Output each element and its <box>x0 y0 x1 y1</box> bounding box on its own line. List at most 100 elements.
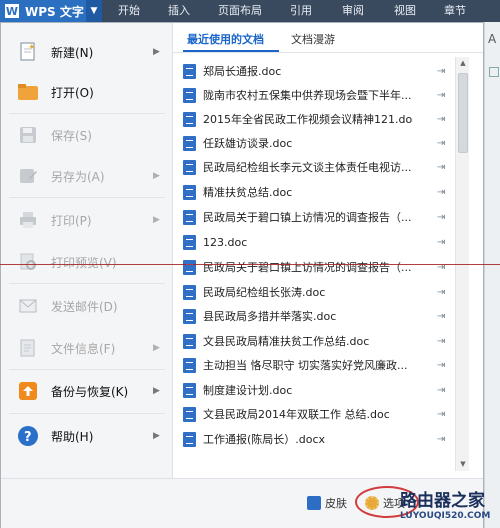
pin-icon[interactable]: ⇥ <box>437 385 445 396</box>
chevron-right-icon: ▶ <box>153 171 160 181</box>
svg-text:?: ? <box>24 430 32 445</box>
word-doc-icon <box>183 87 196 103</box>
pin-icon[interactable]: ⇥ <box>437 212 445 223</box>
site-watermark: 路由器之家 LUYOUQI520.COM <box>396 486 500 528</box>
menu-item-send-mail[interactable]: 发送邮件(D) <box>1 287 173 325</box>
file-name: 任跃雄访谈录.doc <box>203 137 293 150</box>
print-icon <box>17 209 39 231</box>
pin-icon[interactable]: ⇥ <box>437 311 445 322</box>
scroll-down-arrow-icon[interactable]: ▼ <box>456 458 470 471</box>
file-name: 民政局纪检组长张涛.doc <box>203 286 326 299</box>
recent-file-item[interactable]: 郑局长通报.doc ⇥ <box>173 59 455 83</box>
pin-icon[interactable]: ⇥ <box>437 66 445 77</box>
pin-icon[interactable]: ⇥ <box>437 138 445 149</box>
save-icon <box>17 124 39 146</box>
chevron-right-icon: ▶ <box>153 215 160 225</box>
menu-item-open[interactable]: 打开(O) <box>1 73 173 111</box>
scroll-up-arrow-icon[interactable]: ▲ <box>456 57 470 70</box>
word-doc-icon <box>183 259 196 275</box>
menu-item-backup-restore[interactable]: 备份与恢复(K) ▶ <box>1 372 173 410</box>
recent-file-item[interactable]: 文县民政局精准扶贫工作总结.doc ⇥ <box>173 329 455 353</box>
mail-icon <box>17 295 39 317</box>
file-name: 陇南市农村五保集中供养现场会暨下半年... <box>203 89 412 102</box>
menu-item-label: 打印预览(V) <box>51 255 117 270</box>
recent-file-item[interactable]: 精准扶贫总结.doc ⇥ <box>173 180 455 204</box>
tab-references[interactable]: 引用 <box>290 0 312 22</box>
menu-item-new[interactable]: ✦ 新建(N) ▶ <box>1 33 173 71</box>
menu-item-save[interactable]: 保存(S) <box>1 116 173 154</box>
word-doc-icon <box>183 209 196 225</box>
save-as-icon <box>17 165 39 187</box>
wps-menu-button[interactable]: W WPS 文字 ▼ <box>0 0 102 22</box>
tab-document-roaming[interactable]: 文档漫游 <box>291 31 335 53</box>
recent-file-item[interactable]: 民政局关于碧口镇上访情况的调查报告（... ⇥ <box>173 255 455 279</box>
file-name: 民政局纪检组长李元文谈主体责任电视访... <box>203 161 412 174</box>
file-menu-panel: ✦ 新建(N) ▶ 打开(O) 保存(S) 另存为(A) ▶ 打印(P) ▶ 打… <box>0 22 484 528</box>
recent-file-item[interactable]: 陇南市农村五保集中供养现场会暨下半年... ⇥ <box>173 83 455 107</box>
tabs-divider <box>173 52 483 53</box>
menu-item-label: 备份与恢复(K) <box>51 384 129 399</box>
scrollbar-thumb[interactable] <box>458 73 468 153</box>
chevron-right-icon: ▶ <box>153 431 160 441</box>
tab-insert[interactable]: 插入 <box>168 0 190 22</box>
pin-icon[interactable]: ⇥ <box>437 114 445 125</box>
recent-file-item[interactable]: 主动担当 恪尽职守 切实落实好党风廉政... ⇥ <box>173 353 455 377</box>
word-doc-icon <box>183 357 196 373</box>
word-doc-icon <box>183 135 196 151</box>
recent-file-item[interactable]: 民政局纪检组长李元文谈主体责任电视访... ⇥ <box>173 155 455 179</box>
pin-icon[interactable]: ⇥ <box>437 187 445 198</box>
word-doc-icon <box>183 431 196 447</box>
menu-item-file-info[interactable]: 文件信息(F) ▶ <box>1 329 173 367</box>
file-name: 123.doc <box>203 235 248 249</box>
file-name: 主动担当 恪尽职守 切实落实好党风廉政... <box>203 359 408 372</box>
tab-review[interactable]: 审阅 <box>342 0 364 22</box>
recent-file-item[interactable]: 文县民政局2014年双联工作 总结.doc ⇥ <box>173 402 455 426</box>
file-name: 县民政局多措并举落实.doc <box>203 310 337 323</box>
menu-divider <box>9 369 165 370</box>
pin-icon[interactable]: ⇥ <box>437 409 445 420</box>
skin-button[interactable]: 皮肤 <box>307 493 347 513</box>
chevron-right-icon: ▶ <box>153 47 160 57</box>
word-doc-icon <box>183 111 196 127</box>
menu-item-print[interactable]: 打印(P) ▶ <box>1 201 173 239</box>
tab-view[interactable]: 视图 <box>394 0 416 22</box>
recent-file-item[interactable]: 123.doc ⇥ <box>173 230 455 254</box>
menu-item-help[interactable]: ? 帮助(H) ▶ <box>1 417 173 455</box>
menu-item-label: 另存为(A) <box>51 169 105 184</box>
word-doc-icon <box>183 382 196 398</box>
recent-file-item[interactable]: 2015年全省民政工作视频会议精神121.doc ⇥ <box>173 107 455 131</box>
pin-icon[interactable]: ⇥ <box>437 162 445 173</box>
pin-icon[interactable]: ⇥ <box>437 360 445 371</box>
tab-start[interactable]: 开始 <box>118 0 140 22</box>
pin-icon[interactable]: ⇥ <box>437 287 445 298</box>
print-preview-icon <box>17 251 39 273</box>
file-name: 文县民政局2014年双联工作 总结.doc <box>203 408 390 421</box>
ribbon-edge-text: A <box>488 32 497 46</box>
menu-item-label: 文件信息(F) <box>51 341 116 356</box>
file-name: 制度建设计划.doc <box>203 384 293 397</box>
backup-restore-icon <box>17 380 39 402</box>
recent-file-item[interactable]: 工作通报(陈局长）.docx ⇥ <box>173 427 455 451</box>
tab-page-layout[interactable]: 页面布局 <box>218 0 262 22</box>
file-name: 精准扶贫总结.doc <box>203 186 293 199</box>
open-folder-icon <box>17 81 39 103</box>
recent-file-item[interactable]: 县民政局多措并举落实.doc ⇥ <box>173 304 455 328</box>
menu-divider <box>9 413 165 414</box>
menu-item-save-as[interactable]: 另存为(A) ▶ <box>1 157 173 195</box>
word-doc-icon <box>183 284 196 300</box>
file-name: 工作通报(陈局长）.docx <box>203 433 326 446</box>
tab-chapter[interactable]: 章节 <box>444 0 466 22</box>
chevron-right-icon: ▶ <box>153 343 160 353</box>
chevron-down-icon[interactable]: ▼ <box>86 0 102 22</box>
pin-icon[interactable]: ⇥ <box>437 237 445 248</box>
recent-file-item[interactable]: 制度建设计划.doc ⇥ <box>173 378 455 402</box>
menu-item-label: 打印(P) <box>51 213 92 228</box>
recent-file-item[interactable]: 任跃雄访谈录.doc ⇥ <box>173 131 455 155</box>
pin-icon[interactable]: ⇥ <box>437 434 445 445</box>
menu-item-label: 帮助(H) <box>51 429 94 444</box>
pin-icon[interactable]: ⇥ <box>437 336 445 347</box>
recent-file-item[interactable]: 民政局关于碧口镇上访情况的调查报告（... ⇥ <box>173 205 455 229</box>
recent-file-item[interactable]: 民政局纪检组长张涛.doc ⇥ <box>173 280 455 304</box>
pin-icon[interactable]: ⇥ <box>437 90 445 101</box>
menu-item-print-preview[interactable]: 打印预览(V) <box>1 243 173 281</box>
